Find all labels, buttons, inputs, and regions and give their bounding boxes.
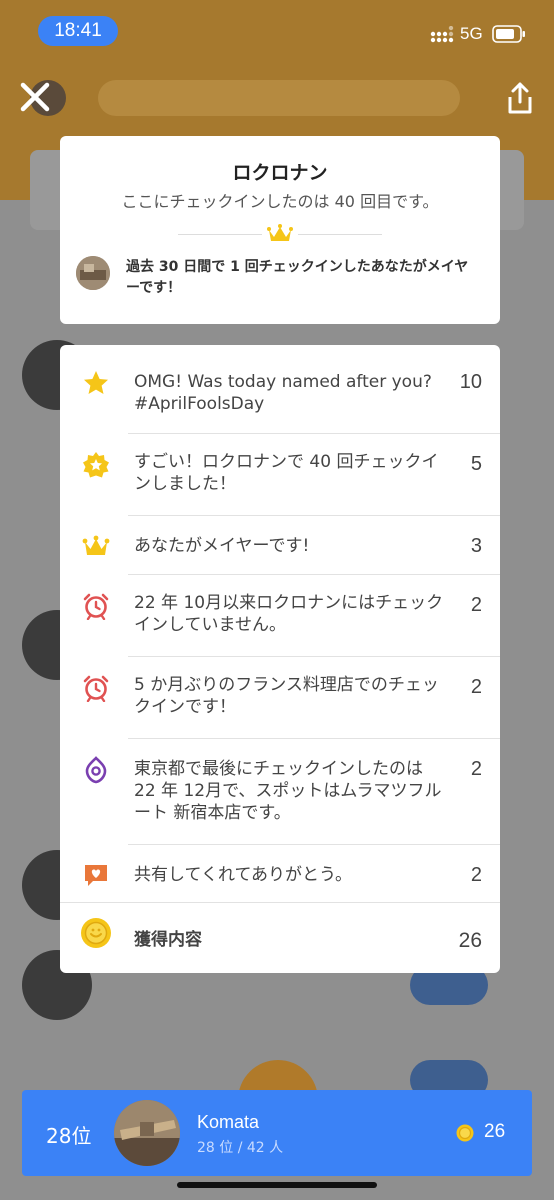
coin-icon	[456, 1124, 474, 1142]
home-indicator	[177, 1182, 377, 1188]
badge-star-icon	[83, 452, 109, 478]
points-reason: 22 年 10月以来ロクロナンにはチェックインしていません。	[134, 593, 444, 635]
close-icon[interactable]	[18, 80, 52, 114]
avatar	[76, 256, 110, 290]
points-reason: 5 か月ぶりのフランス料理店でのチェックインです！	[134, 675, 439, 717]
user-rank-detail: 28 位 / 42 人	[197, 1140, 284, 1156]
crown-icon	[82, 535, 110, 555]
user-coins: 26	[484, 1121, 506, 1142]
divider	[60, 902, 500, 903]
alarm-clock-icon	[83, 593, 109, 620]
points-card: OMG! Was today named after you? #AprilFo…	[60, 345, 500, 973]
signal-icon	[430, 26, 454, 43]
divider	[128, 656, 500, 657]
divider	[128, 515, 500, 516]
points-reason: OMG! Was today named after you? #AprilFo…	[134, 372, 432, 414]
divider	[128, 433, 500, 434]
points-reason: 東京都で最後にチェックインしたのは 22 年 12月で、スポットはムラマツフルー…	[134, 759, 442, 823]
points-value: 2	[470, 758, 482, 780]
divider	[298, 234, 382, 235]
status-time: 18:41	[38, 16, 118, 46]
divider	[128, 574, 500, 575]
total-label: 獲得内容	[134, 930, 202, 950]
star-icon	[84, 371, 108, 394]
points-value: 10	[459, 371, 482, 393]
points-value: 2	[470, 676, 482, 698]
location-pin-icon	[85, 756, 107, 784]
venue-card: ロクロナン ここにチェックインしたのは 40 回目です。 過去 30 日間で 1…	[60, 136, 500, 324]
divider	[128, 738, 500, 739]
points-value: 2	[470, 864, 482, 886]
divider	[178, 234, 262, 235]
points-reason: すごい！ロクロナンで 40 回チェックインしました！	[134, 452, 439, 494]
points-value: 5	[470, 453, 482, 475]
points-reason: 共有してくれてありがとう。	[134, 865, 352, 885]
divider	[128, 844, 500, 845]
heart-speech-icon	[85, 865, 107, 886]
status-bar: 18:41 5G	[0, 0, 554, 60]
points-value: 3	[470, 535, 482, 557]
checkin-count-text: ここにチェックインしたのは 40 回目です。	[121, 192, 439, 211]
venue-name: ロクロナン	[232, 162, 328, 184]
user-name: Komata	[197, 1112, 260, 1132]
battery-icon	[492, 25, 525, 43]
background-search-bar	[98, 80, 460, 116]
mayor-message: 過去 30 日間で 1 回チェックインしたあなたがメイヤーです！	[126, 259, 469, 296]
network-label: 5G	[460, 24, 483, 43]
coin-icon	[81, 918, 111, 948]
alarm-clock-icon	[83, 675, 109, 702]
points-reason: あなたがメイヤーです!	[134, 536, 310, 556]
rank-label: 28位	[46, 1124, 92, 1148]
leaderboard-bar[interactable]: 28位 Komata 28 位 / 42 人 26	[22, 1090, 532, 1176]
avatar	[114, 1100, 180, 1166]
share-icon[interactable]	[504, 80, 536, 116]
crown-icon	[267, 224, 293, 241]
points-value: 2	[470, 594, 482, 616]
total-value: 26	[458, 929, 482, 952]
